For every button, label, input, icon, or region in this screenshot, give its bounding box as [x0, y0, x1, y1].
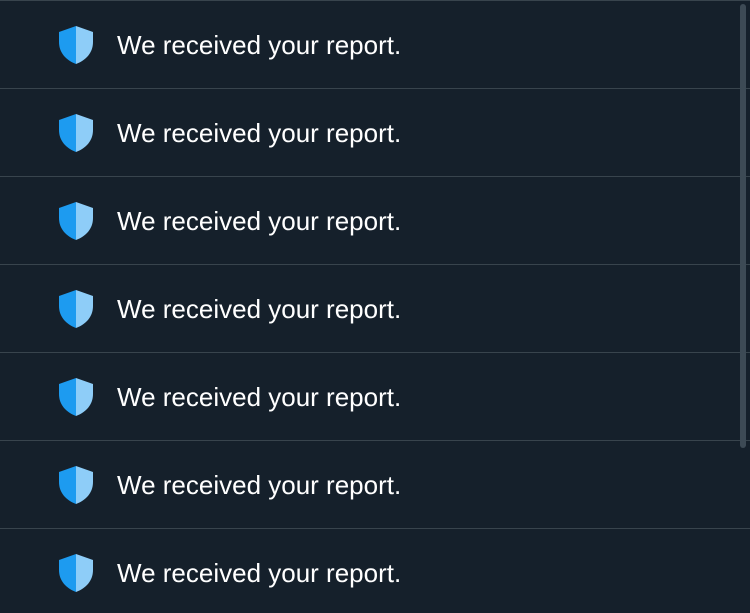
- notifications-list: We received your report. We received you…: [0, 0, 750, 613]
- notification-item[interactable]: We received your report.: [0, 441, 750, 529]
- shield-icon: [55, 464, 97, 506]
- shield-icon: [55, 200, 97, 242]
- notification-item[interactable]: We received your report.: [0, 529, 750, 613]
- notification-text: We received your report.: [117, 205, 402, 236]
- notification-text: We received your report.: [117, 381, 402, 412]
- notification-item[interactable]: We received your report.: [0, 353, 750, 441]
- notification-item[interactable]: We received your report.: [0, 177, 750, 265]
- scrollbar[interactable]: [740, 4, 746, 448]
- shield-icon: [55, 552, 97, 594]
- notification-text: We received your report.: [117, 469, 402, 500]
- shield-icon: [55, 288, 97, 330]
- notification-text: We received your report.: [117, 557, 402, 588]
- notification-item[interactable]: We received your report.: [0, 265, 750, 353]
- shield-icon: [55, 112, 97, 154]
- shield-icon: [55, 376, 97, 418]
- notification-text: We received your report.: [117, 117, 402, 148]
- notification-item[interactable]: We received your report.: [0, 89, 750, 177]
- notification-item[interactable]: We received your report.: [0, 1, 750, 89]
- notification-text: We received your report.: [117, 293, 402, 324]
- shield-icon: [55, 24, 97, 66]
- notification-text: We received your report.: [117, 29, 402, 60]
